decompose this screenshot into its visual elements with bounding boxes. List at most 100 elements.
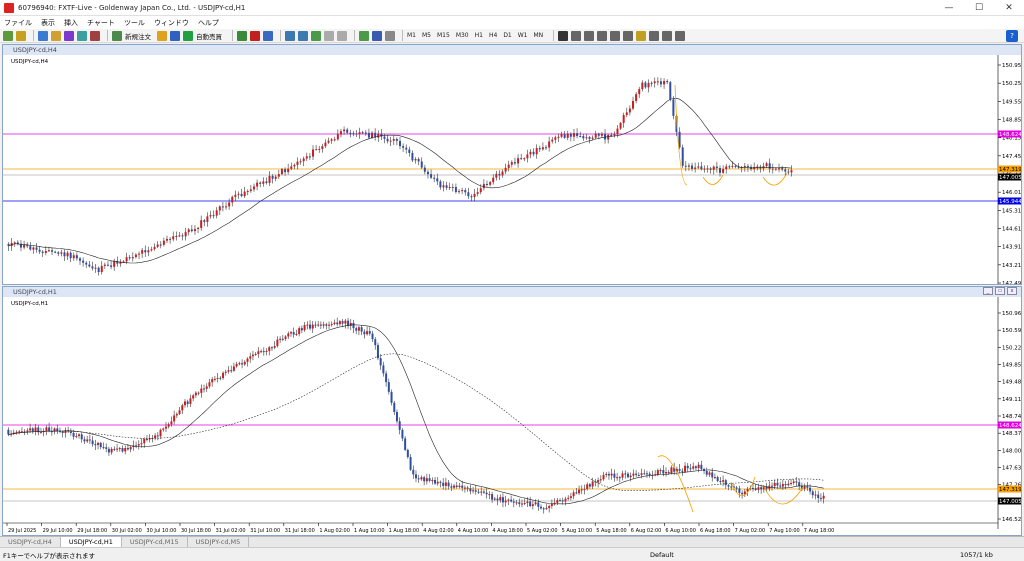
chart-window-h4[interactable]: USDJPY-cd,H4 USDJPY-cd,H4 150.950 150.250 1… bbox=[2, 44, 1022, 285]
auto-trade-icon[interactable] bbox=[183, 30, 193, 41]
periods-icon[interactable] bbox=[372, 30, 382, 41]
candle-body bbox=[330, 324, 333, 326]
candle-body bbox=[458, 191, 461, 193]
candle-body bbox=[72, 255, 75, 259]
horizontal-line-icon[interactable] bbox=[597, 30, 608, 41]
window-minimize-icon[interactable]: _ bbox=[983, 287, 993, 295]
candle-body bbox=[485, 183, 488, 185]
timeframe-m1-button[interactable]: M1 bbox=[407, 32, 416, 39]
help-icon[interactable]: ? bbox=[1006, 30, 1018, 42]
line-chart-icon[interactable] bbox=[263, 30, 273, 41]
tab-usdjpy-m5[interactable]: USDJPY-cd,M5 bbox=[188, 537, 250, 547]
app-logo-icon bbox=[4, 2, 14, 13]
chart-tabs: USDJPY-cd,H4 USDJPY-cd,H1 USDJPY-cd,M15 … bbox=[0, 536, 1024, 547]
tester-icon[interactable] bbox=[90, 30, 100, 41]
maximize-icon[interactable]: ☐ bbox=[964, 0, 994, 16]
menu-insert[interactable]: 挿入 bbox=[64, 18, 78, 28]
timeframe-h4-button[interactable]: H4 bbox=[489, 32, 497, 39]
menu-window[interactable]: ウィンドウ bbox=[154, 18, 189, 28]
autoscroll-icon[interactable] bbox=[324, 30, 334, 41]
new-chart-icon[interactable] bbox=[3, 30, 13, 41]
candle-body bbox=[667, 472, 670, 474]
candle-body bbox=[327, 140, 330, 143]
candle-body bbox=[241, 363, 244, 365]
vertical-line-icon[interactable] bbox=[584, 30, 595, 41]
candle-body bbox=[803, 486, 806, 489]
label-tool-icon[interactable] bbox=[662, 30, 673, 41]
trendline-icon[interactable] bbox=[610, 30, 621, 41]
price-tag-bid: 147.319 bbox=[999, 167, 1021, 173]
timeframe-m15-button[interactable]: M15 bbox=[437, 32, 450, 39]
indicators-icon[interactable] bbox=[359, 30, 369, 41]
candle-body bbox=[75, 255, 78, 259]
channel-icon[interactable] bbox=[623, 30, 634, 41]
candle-body bbox=[433, 177, 436, 179]
candle-body bbox=[398, 421, 401, 430]
navigator-icon[interactable] bbox=[64, 30, 74, 41]
candle-body bbox=[482, 183, 485, 189]
menu-chart[interactable]: チャート bbox=[87, 18, 115, 28]
new-order-icon[interactable] bbox=[112, 30, 122, 41]
auto-trade-button[interactable]: 自動売買 bbox=[196, 31, 222, 41]
arrows-icon[interactable] bbox=[675, 30, 686, 41]
text-tool-icon[interactable] bbox=[649, 30, 660, 41]
tab-usdjpy-m15[interactable]: USDJPY-cd,M15 bbox=[122, 537, 188, 547]
candle-body bbox=[586, 484, 589, 489]
tab-usdjpy-h4[interactable]: USDJPY-cd,H4 bbox=[0, 537, 61, 547]
zoom-out-icon[interactable] bbox=[298, 30, 308, 41]
close-icon[interactable]: ✕ bbox=[994, 0, 1024, 16]
candle-body bbox=[47, 250, 50, 252]
candle-body bbox=[367, 132, 370, 138]
candle-body bbox=[619, 122, 622, 129]
candle-body bbox=[45, 427, 48, 432]
menu-help[interactable]: ヘルプ bbox=[198, 18, 219, 28]
metaeditor-icon[interactable] bbox=[157, 30, 167, 41]
h4-chart-canvas[interactable]: USDJPY-cd,H4 150.950 150.250 149.550 148.850… bbox=[3, 55, 1021, 284]
chart-window-h1[interactable]: USDJPY-cd,H1 _ ▭ x USDJPY-cd,H1 150.960 15… bbox=[2, 286, 1022, 536]
timeframe-h1-button[interactable]: H1 bbox=[475, 32, 483, 39]
templates-icon[interactable] bbox=[385, 30, 395, 41]
candle-body bbox=[727, 485, 730, 487]
candle-body bbox=[260, 351, 263, 353]
terminal-icon[interactable] bbox=[77, 30, 87, 41]
candle-body bbox=[268, 175, 271, 183]
menu-view[interactable]: 表示 bbox=[41, 18, 55, 28]
timeframe-m30-button[interactable]: M30 bbox=[456, 32, 469, 39]
candlestick-icon[interactable] bbox=[250, 30, 260, 41]
window-restore-icon[interactable]: ▭ bbox=[995, 287, 1005, 295]
h1-chart-canvas[interactable]: USDJPY-cd,H1 150.960 150.590 150.220 149.850… bbox=[3, 297, 1021, 535]
candle-body bbox=[150, 249, 153, 251]
candle-body bbox=[792, 481, 795, 483]
signals-icon[interactable] bbox=[170, 30, 180, 41]
chart-shift-icon[interactable] bbox=[337, 30, 347, 41]
candle-body bbox=[542, 508, 545, 510]
timeframe-mn-button[interactable]: MN bbox=[534, 32, 544, 39]
menu-tools[interactable]: ツール bbox=[124, 18, 145, 28]
tile-windows-icon[interactable] bbox=[311, 30, 321, 41]
price-tick-label: 149.110 bbox=[1002, 397, 1021, 403]
timeframe-d1-button[interactable]: D1 bbox=[503, 32, 511, 39]
zoom-in-icon[interactable] bbox=[285, 30, 295, 41]
new-order-button[interactable]: 新規注文 bbox=[125, 31, 151, 41]
candle-body bbox=[184, 401, 187, 406]
candle-body bbox=[434, 479, 437, 484]
candle-body bbox=[246, 358, 249, 362]
bar-chart-icon[interactable] bbox=[237, 30, 247, 41]
timeframe-m5-button[interactable]: M5 bbox=[422, 32, 431, 39]
market-watch-icon[interactable] bbox=[38, 30, 48, 41]
tab-usdjpy-h1[interactable]: USDJPY-cd,H1 bbox=[60, 537, 122, 547]
price-tag-resistance: 148.624 bbox=[999, 423, 1021, 429]
data-window-icon[interactable] bbox=[51, 30, 61, 41]
candle-body bbox=[312, 149, 315, 157]
minimize-icon[interactable]: — bbox=[934, 0, 964, 16]
menu-file[interactable]: ファイル bbox=[4, 18, 32, 28]
candle-body bbox=[569, 133, 572, 137]
candle-body bbox=[252, 186, 255, 190]
profiles-icon[interactable] bbox=[16, 30, 26, 41]
timeframe-w1-button[interactable]: W1 bbox=[518, 32, 528, 39]
fibonacci-icon[interactable] bbox=[636, 30, 647, 41]
crosshair-icon[interactable] bbox=[571, 30, 582, 41]
cursor-icon[interactable] bbox=[558, 30, 569, 41]
price-tick-label: 150.250 bbox=[1002, 81, 1021, 87]
window-close-icon[interactable]: x bbox=[1007, 287, 1017, 295]
